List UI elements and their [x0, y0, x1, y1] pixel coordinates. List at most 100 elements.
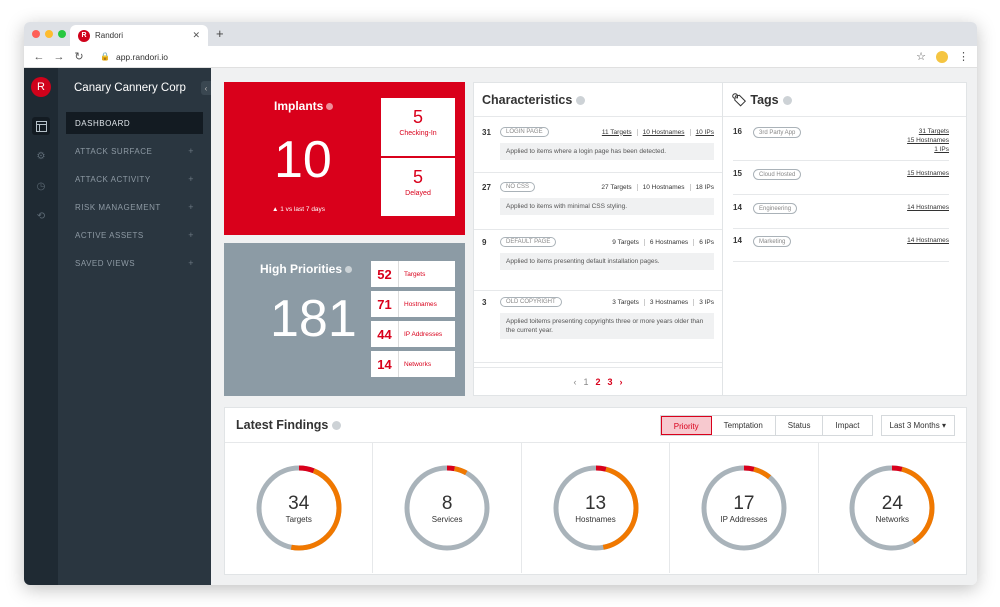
- clock-icon[interactable]: ◷: [32, 177, 50, 195]
- new-tab-icon[interactable]: +: [216, 26, 224, 41]
- ips-link[interactable]: 10 IPs: [691, 129, 714, 136]
- item-description: Applied to items where a login page has …: [500, 143, 714, 160]
- tag-pill[interactable]: 3rd Party App: [753, 127, 802, 138]
- forward-icon[interactable]: →: [52, 51, 66, 63]
- minimize-window-button[interactable]: [45, 30, 53, 38]
- close-tab-icon[interactable]: ✕: [192, 30, 200, 41]
- menu-kebab-icon[interactable]: ⋮: [958, 50, 969, 63]
- date-range-dropdown[interactable]: Last 3 Months ▾: [880, 414, 955, 436]
- list-item[interactable]: 16 3rd Party App 31 Targets 15 Hostnames 1 …: [733, 123, 949, 161]
- sidebar-item-label: ATTACK SURFACE: [75, 146, 153, 156]
- page-2[interactable]: 2: [595, 377, 600, 387]
- tag-pill[interactable]: Marketing: [753, 236, 792, 247]
- implants-card[interactable]: Implants 10 ▲ 1 vs last 7 days 5 Checkin…: [224, 82, 465, 235]
- delayed-box[interactable]: 5 Delayed: [381, 158, 455, 216]
- donut-services[interactable]: 8 Services: [373, 443, 522, 573]
- donut-label: Targets: [285, 514, 312, 524]
- dashboard-icon[interactable]: [32, 117, 50, 135]
- info-icon[interactable]: [782, 96, 792, 106]
- tab-status[interactable]: Status: [776, 415, 824, 435]
- arrow-up-icon: ▲: [272, 206, 281, 213]
- hostnames-link[interactable]: 10 Hostnames: [638, 128, 691, 136]
- donut-value: 17: [733, 492, 755, 514]
- address-bar: ← → ↻ 🔒 app.randori.io ☆ ⋮: [24, 46, 977, 68]
- sidebar-item-dashboard[interactable]: DASHBOARD: [66, 112, 203, 134]
- randori-logo[interactable]: R: [31, 77, 51, 97]
- info-icon[interactable]: [576, 96, 586, 106]
- sidebar-item-saved-views[interactable]: SAVED VIEWS +: [66, 252, 203, 274]
- list-item[interactable]: 3 OLD COPYRIGHT 3 Targets 3 Hostnames 3 IPs…: [474, 293, 722, 363]
- maximize-window-button[interactable]: [58, 30, 66, 38]
- item-count: 3: [482, 297, 487, 307]
- list-item[interactable]: 14 Engineering 14 Hostnames: [733, 199, 949, 229]
- tag-pill[interactable]: OLD COPYRIGHT: [500, 297, 562, 307]
- list-item[interactable]: 31 LOGIN PAGE 11 Targets 10 Hostnames 10 IP…: [474, 123, 722, 173]
- sidebar-item-risk-management[interactable]: RISK MANAGEMENT +: [66, 196, 203, 218]
- hostnames-link[interactable]: 15 Hostnames: [907, 169, 949, 178]
- tag-count: 14: [733, 236, 742, 245]
- pagination: ‹ 1 2 3 ›: [474, 367, 722, 395]
- page-1[interactable]: 1: [583, 377, 588, 387]
- sidebar-item-active-assets[interactable]: ACTIVE ASSETS +: [66, 224, 203, 246]
- findings-title-text: Latest Findings: [236, 418, 329, 432]
- sidebar-item-attack-activity[interactable]: ATTACK ACTIVITY +: [66, 168, 203, 190]
- targets-link[interactable]: 11 Targets: [597, 128, 638, 136]
- ips-stat: 3 IPs: [699, 298, 714, 306]
- donut-value: 8: [441, 492, 453, 514]
- implants-title-text: Implants: [274, 99, 324, 113]
- hp-row-hostnames[interactable]: 71 Hostnames: [371, 291, 455, 317]
- tag-pill[interactable]: Cloud Hosted: [753, 169, 802, 180]
- findings-title: Latest Findings: [236, 418, 342, 432]
- info-icon[interactable]: [332, 421, 342, 431]
- browser-tab[interactable]: R Randori ✕: [70, 25, 208, 46]
- app-root: R ⚙ ◷ ⟲ Canary Cannery Corp ‹ DASHBOARD …: [24, 68, 977, 585]
- list-item[interactable]: 15 Cloud Hosted 15 Hostnames: [733, 165, 949, 195]
- tag-pill[interactable]: NO CSS: [500, 182, 536, 192]
- reload-icon[interactable]: ↻: [72, 50, 86, 63]
- high-priorities-card[interactable]: High Priorities 181 52 Targets 71 Hostname…: [224, 243, 465, 396]
- info-icon[interactable]: [326, 103, 334, 111]
- list-item[interactable]: 27 NO CSS 27 Targets 10 Hostnames 18 IPs Ap…: [474, 178, 722, 230]
- tab-impact[interactable]: Impact: [823, 416, 871, 435]
- list-item[interactable]: 14 Marketing 14 Hostnames: [733, 232, 949, 262]
- characteristics-title: Characteristics: [474, 83, 722, 117]
- page-3[interactable]: 3: [608, 377, 613, 387]
- tab-priority[interactable]: Priority: [660, 415, 712, 435]
- tag-pill[interactable]: Engineering: [753, 203, 798, 214]
- donut-networks[interactable]: 24 Networks: [819, 443, 966, 573]
- characteristics-panel: Characteristics 31 LOGIN PAGE 11 Targets 1…: [473, 82, 723, 396]
- prev-page-icon[interactable]: ‹: [573, 377, 576, 387]
- hp-row-ip-addresses[interactable]: 44 IP Addresses: [371, 321, 455, 347]
- hostnames-link[interactable]: 14 Hostnames: [907, 203, 949, 212]
- hp-row-label: IP Addresses: [404, 330, 443, 338]
- checking-in-box[interactable]: 5 Checking-In: [381, 98, 455, 156]
- sidebar-item-attack-surface[interactable]: ATTACK SURFACE +: [66, 140, 203, 162]
- url-field[interactable]: 🔒 app.randori.io: [100, 52, 168, 62]
- hp-row-targets[interactable]: 52 Targets: [371, 261, 455, 287]
- hostnames-link[interactable]: 14 Hostnames: [907, 236, 949, 245]
- back-icon[interactable]: ←: [32, 51, 46, 63]
- targets-link[interactable]: 31 Targets: [907, 127, 949, 136]
- donut-hostnames[interactable]: 13 Hostnames: [522, 443, 671, 573]
- tag-pill[interactable]: DEFAULT PAGE: [500, 237, 557, 247]
- hp-row-networks[interactable]: 14 Networks: [371, 351, 455, 377]
- hostnames-link[interactable]: 15 Hostnames: [907, 136, 949, 145]
- donut-targets[interactable]: 34 Targets: [225, 443, 374, 573]
- gear-icon[interactable]: ⚙: [32, 147, 50, 165]
- tab-temptation[interactable]: Temptation: [712, 415, 776, 435]
- list-item[interactable]: 9 DEFAULT PAGE 9 Targets 6 Hostnames 6 IPs …: [474, 233, 722, 291]
- next-page-icon[interactable]: ›: [620, 377, 623, 387]
- info-icon[interactable]: [345, 266, 353, 274]
- implants-trend-text: 1 vs last 7 days: [280, 206, 326, 213]
- collapse-sidebar-icon[interactable]: ‹: [201, 81, 211, 95]
- tag-pill[interactable]: LOGIN PAGE: [500, 127, 549, 137]
- donut-ip-addresses[interactable]: 17 IP Addresses: [670, 443, 819, 573]
- history-icon[interactable]: ⟲: [32, 207, 50, 225]
- close-window-button[interactable]: [32, 30, 40, 38]
- ips-link[interactable]: 1 IPs: [907, 145, 949, 154]
- favicon-icon: R: [78, 29, 90, 42]
- bookmark-star-icon[interactable]: ☆: [916, 50, 926, 63]
- sidebar-item-label: SAVED VIEWS: [75, 258, 136, 268]
- expand-plus-icon: +: [188, 174, 194, 184]
- profile-avatar[interactable]: [936, 50, 948, 63]
